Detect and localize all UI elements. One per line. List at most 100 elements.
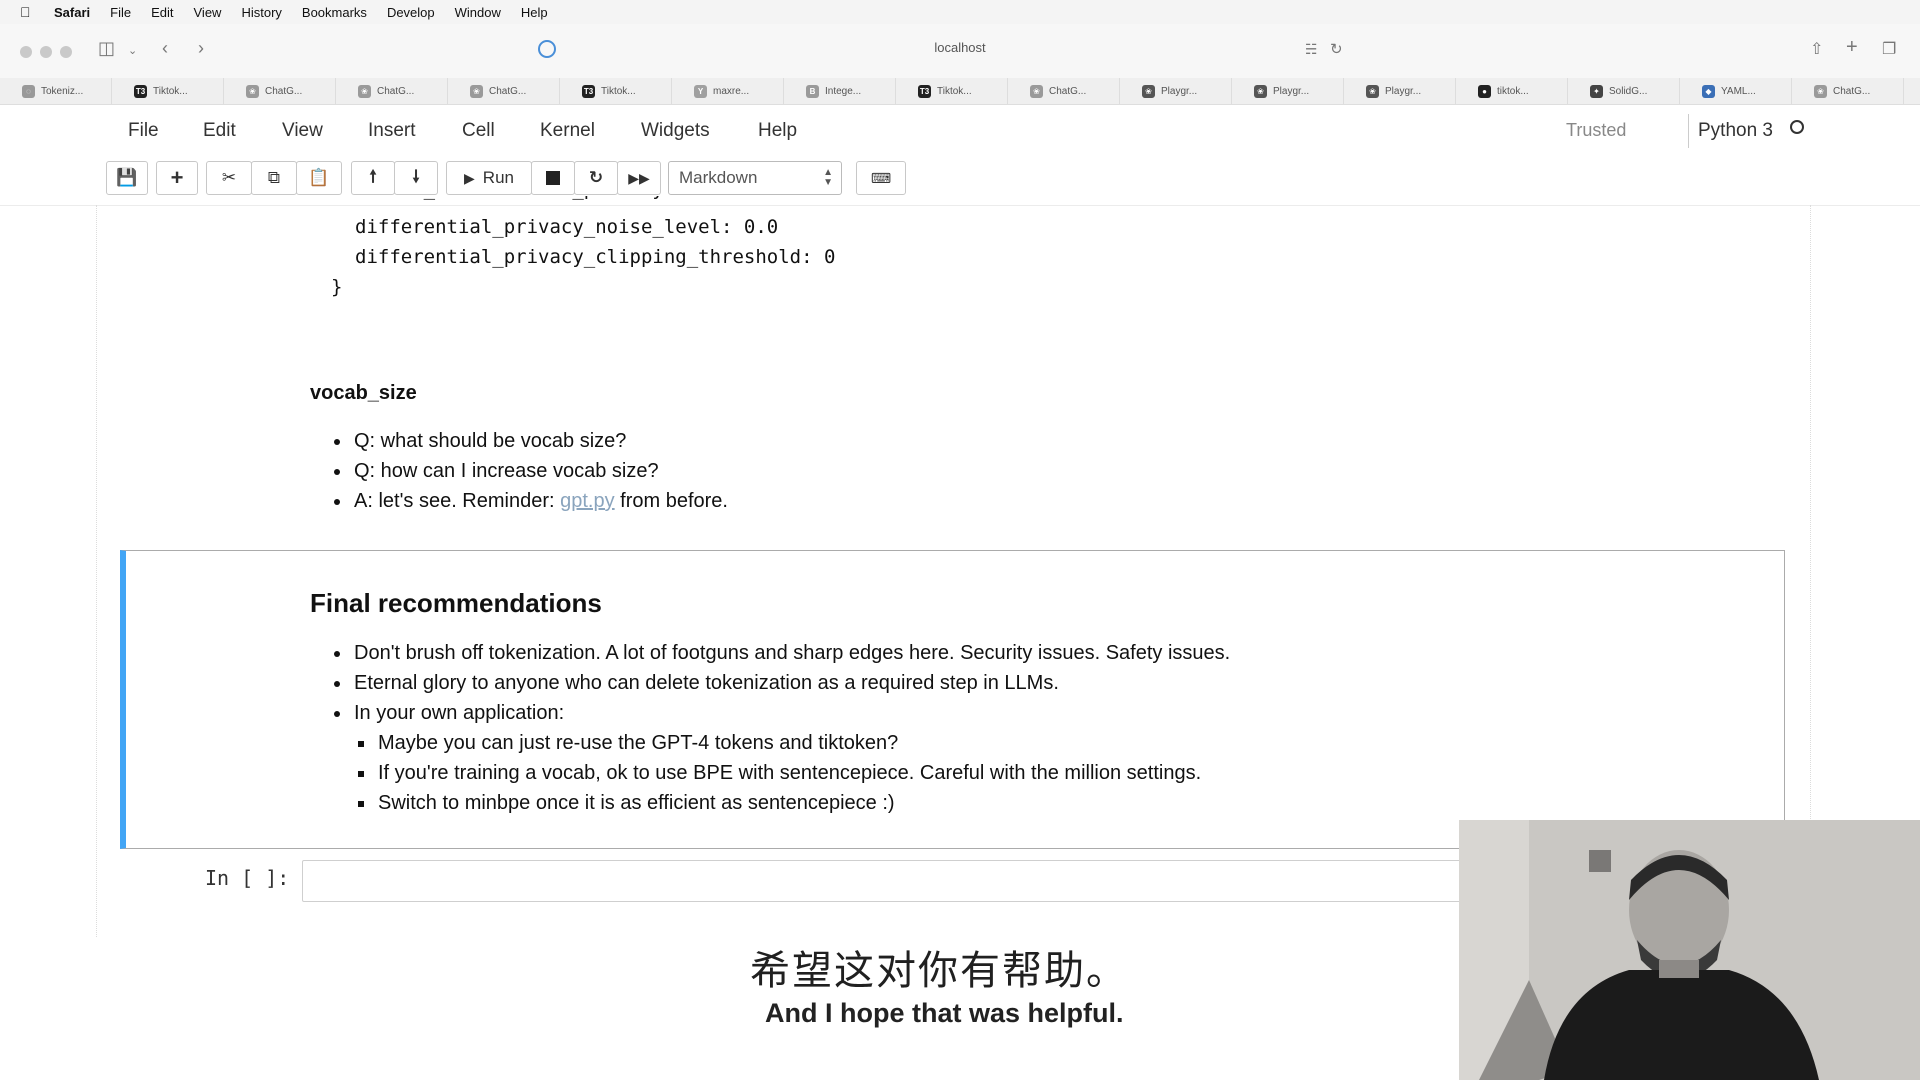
paste-icon: 📋 [308, 168, 330, 187]
scissors-icon: ✂ [221, 168, 237, 187]
run-button[interactable]: ▶ Run [446, 161, 532, 195]
browser-tab[interactable]: ❀ ChatG... [1792, 78, 1904, 104]
browser-tab[interactable]: Ymaxre... [672, 78, 784, 104]
run-label: Run [482, 168, 514, 187]
interrupt-button[interactable] [531, 161, 575, 195]
t3-icon: T3 [918, 84, 931, 98]
t3-icon: T3 [582, 84, 595, 98]
keyboard-icon: ⌨ [870, 169, 892, 186]
arrow-down-icon: 🠗 [412, 166, 420, 186]
jupyter-menu-view[interactable]: View [282, 120, 323, 142]
browser-tab[interactable]: ● tiktok... [1456, 78, 1568, 104]
list-item-text: In your own application: [354, 702, 565, 724]
address-bar[interactable]: localhost [760, 40, 1160, 55]
zoom-window-button[interactable] [60, 46, 72, 58]
menu-view[interactable]: View [194, 5, 222, 20]
back-icon[interactable]: ‹ [162, 38, 168, 59]
menu-help[interactable]: Help [521, 5, 548, 20]
browser-tab-label: Playgr... [1273, 85, 1310, 97]
restart-button[interactable]: ↻ [574, 161, 618, 195]
browser-tab-label: maxre... [713, 85, 750, 97]
copy-icon: ⧉ [267, 168, 281, 187]
kernel-name[interactable]: Python 3 [1698, 120, 1773, 142]
translate-icon[interactable]: ☵ [1305, 41, 1318, 58]
gpt-py-link[interactable]: gpt.py [560, 490, 614, 512]
jupyter-menu-bar: File Edit View Insert Cell Kernel Widget… [0, 104, 1920, 156]
jupyter-menu-file[interactable]: File [128, 120, 159, 142]
sidebar-toggle-icon[interactable]: ◫ [98, 38, 115, 59]
restart-run-all-button[interactable]: ▶▶ [617, 161, 661, 195]
menu-develop[interactable]: Develop [387, 5, 435, 20]
jupyter-menu-cell[interactable]: Cell [462, 120, 495, 142]
browser-tab[interactable]: ✦ SolidG... [1568, 78, 1680, 104]
menu-bookmarks[interactable]: Bookmarks [302, 5, 367, 20]
vocab-list: Q: what should be vocab size? Q: how can… [330, 426, 728, 516]
code-line: differential_privacy_clipping_threshold:… [355, 246, 836, 268]
jupyter-menu-kernel[interactable]: Kernel [540, 120, 595, 142]
openai-icon: ❀ [246, 84, 259, 98]
list-item: Q: what should be vocab size? [352, 426, 728, 456]
paste-button[interactable]: 📋 [296, 161, 342, 195]
copy-button[interactable]: ⧉ [251, 161, 297, 195]
browser-tab-label: tiktok... [1497, 85, 1529, 97]
close-window-button[interactable] [20, 46, 32, 58]
browser-tab[interactable]: ◌ Tokeniz... [0, 78, 112, 104]
openai-icon: ❀ [1142, 84, 1155, 98]
menu-app-name[interactable]: Safari [54, 5, 90, 20]
input-prompt: In [ ]: [205, 866, 290, 890]
code-line: differential_privacy_noise_level: 0.0 [355, 216, 779, 238]
browser-tab[interactable]: ❀ Playgr... [1344, 78, 1456, 104]
browser-tab[interactable]: T3 Tiktok... [896, 78, 1008, 104]
play-icon: ▶ [464, 169, 475, 186]
apple-icon[interactable]:  [20, 4, 36, 20]
browser-tab[interactable]: ❀ ChatG... [224, 78, 336, 104]
browser-tab[interactable]: ❀ ChatG... [336, 78, 448, 104]
browser-tab-label: ChatG... [1833, 85, 1871, 97]
jupyter-menu-insert[interactable]: Insert [368, 120, 416, 142]
subtitle-english: And I hope that was helpful. [765, 998, 1124, 1028]
menu-file[interactable]: File [110, 5, 131, 20]
list-item: Don't brush off tokenization. A lot of f… [352, 638, 1230, 668]
tab-overview-icon[interactable]: ❐ [1882, 39, 1896, 59]
chevron-down-icon[interactable]: ⌄ [128, 44, 137, 57]
jupyter-menu-help[interactable]: Help [758, 120, 797, 142]
move-up-button[interactable]: 🠕 [351, 161, 395, 195]
browser-toolbar: ◫ ⌄ ‹ › localhost ☵ ↻ ⇧ + ❐ [0, 24, 1920, 79]
browser-tab-label: Tiktok... [153, 85, 188, 97]
y-icon: Y [694, 84, 707, 98]
openai-icon: ❀ [1254, 84, 1267, 98]
cell-type-select[interactable]: Markdown ▲ ▼ [668, 161, 842, 195]
jupyter-menu-edit[interactable]: Edit [203, 120, 236, 142]
forward-icon[interactable]: › [198, 38, 204, 59]
reload-icon[interactable]: ↻ [1330, 40, 1343, 58]
new-tab-icon[interactable]: + [1846, 36, 1858, 59]
menu-window[interactable]: Window [455, 5, 501, 20]
minimize-window-button[interactable] [40, 46, 52, 58]
privacy-shield-icon[interactable] [538, 40, 556, 58]
browser-tab[interactable]: ◆ YAML... [1680, 78, 1792, 104]
save-button[interactable]: 💾 [106, 161, 148, 195]
save-icon: 💾 [116, 168, 138, 187]
insert-cell-button[interactable]: + [156, 161, 198, 195]
share-icon[interactable]: ⇧ [1810, 39, 1823, 59]
list-item: Eternal glory to anyone who can delete t… [352, 668, 1230, 698]
browser-tab[interactable]: ❀ Playgr... [1232, 78, 1344, 104]
browser-tab[interactable]: T3 Tiktok... [560, 78, 672, 104]
edit-button-group: ✂ ⧉ 📋 [206, 161, 342, 195]
cut-button[interactable]: ✂ [206, 161, 252, 195]
move-down-button[interactable]: 🠗 [394, 161, 438, 195]
sparkle-icon: ✦ [1590, 84, 1603, 98]
list-item: Q: how can I increase vocab size? [352, 456, 728, 486]
command-palette-button[interactable]: ⌨ [856, 161, 906, 195]
browser-tab[interactable]: ❀ ChatG... [448, 78, 560, 104]
browser-tab[interactable]: ❀ ChatG... [1008, 78, 1120, 104]
browser-tab-label: ChatG... [265, 85, 303, 97]
browser-tab[interactable]: T3 Tiktok... [112, 78, 224, 104]
menu-history[interactable]: History [241, 5, 281, 20]
trusted-indicator[interactable]: Trusted [1566, 120, 1626, 141]
browser-tab[interactable]: B Intege... [784, 78, 896, 104]
openai-icon: ❀ [1030, 84, 1043, 98]
menu-edit[interactable]: Edit [151, 5, 173, 20]
jupyter-menu-widgets[interactable]: Widgets [641, 120, 710, 142]
browser-tab[interactable]: ❀ Playgr... [1120, 78, 1232, 104]
